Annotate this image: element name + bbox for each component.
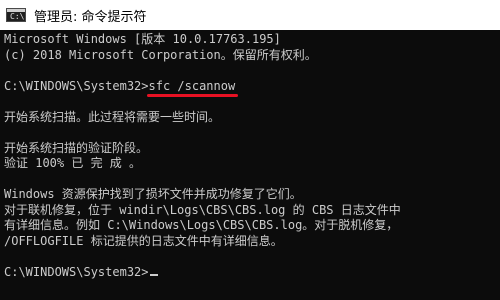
final-prompt: C:\WINDOWS\System32>: [4, 264, 149, 279]
window-titlebar[interactable]: C:\ 管理员: 命令提示符: [0, 0, 500, 30]
command-line: C:\WINDOWS\System32>sfc /scannow: [4, 78, 500, 97]
text-cursor: [149, 273, 158, 276]
console-icon: C:\: [6, 8, 26, 22]
window-title: 管理员: 命令提示符: [34, 9, 147, 25]
console-line: 开始系统扫描。此过程将需要一些时间。: [4, 109, 221, 124]
console-line: 验证 100% 已 完 成 。: [4, 156, 142, 170]
command-text: sfc /scannow: [148, 78, 236, 93]
console-line: 对于联机修复，位于 windir\Logs\CBS\CBS.log 的 CBS …: [4, 202, 401, 217]
console-output[interactable]: Microsoft Windows [版本 10.0.17763.195] (c…: [0, 30, 500, 300]
red-underline-annotation: [146, 94, 239, 97]
console-line: /OFFLOGFILE 标记提供的日志文件中有详细信息。: [4, 233, 283, 248]
command-prompt: C:\WINDOWS\System32>: [4, 78, 149, 93]
console-line: (c) 2018 Microsoft Corporation。保留所有权利。: [4, 47, 317, 62]
console-icon-glyph: C:\: [10, 12, 25, 21]
command-text-wrap: sfc /scannow: [146, 78, 239, 97]
final-prompt-line[interactable]: C:\WINDOWS\System32>: [4, 265, 500, 281]
console-line: 有详细信息。例如 C:\Windows\Logs\CBS\CBS.log。对于脱…: [4, 218, 399, 232]
console-line: Microsoft Windows [版本 10.0.17763.195]: [4, 32, 281, 46]
console-line: 开始系统扫描的验证阶段。: [4, 140, 149, 155]
console-line: Windows 资源保护找到了损坏文件并成功修复了它们。: [4, 187, 302, 201]
